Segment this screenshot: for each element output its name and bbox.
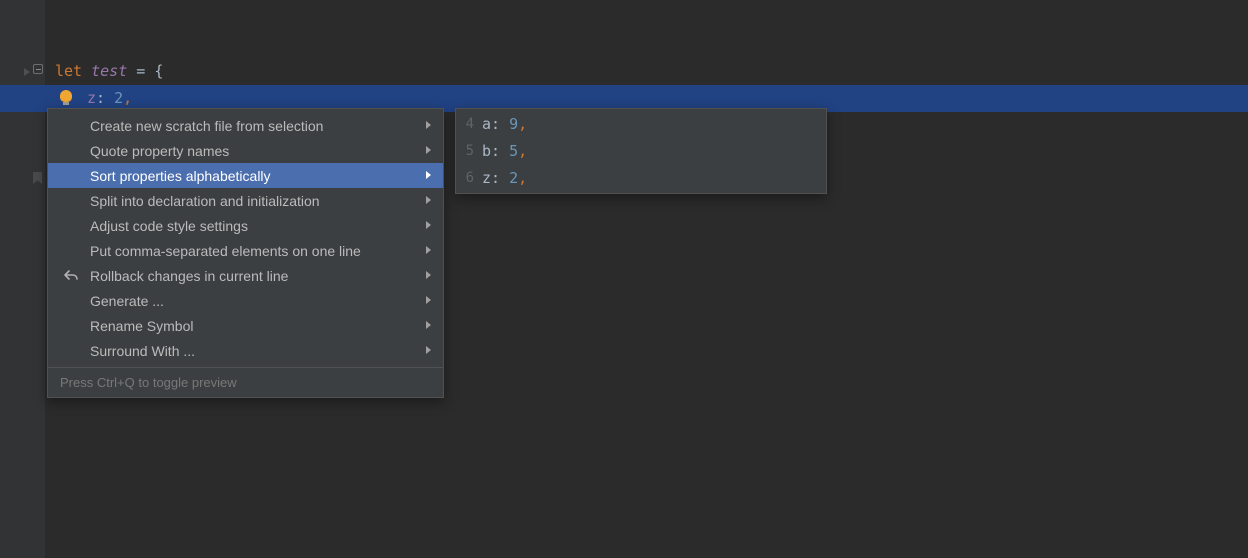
intention-preview-panel: 4 a: 9, 5 b: 5, 6 z: 2, — [455, 108, 827, 194]
comma-token: , — [123, 89, 132, 107]
intention-actions-menu: Create new scratch file from selection Q… — [47, 108, 444, 398]
code-text: let test = { — [45, 58, 163, 85]
menu-item-adjust-style[interactable]: Adjust code style settings — [48, 213, 443, 238]
menu-item-label: Surround With ... — [90, 343, 195, 359]
menu-item-label: Adjust code style settings — [90, 218, 248, 234]
preview-line-number: 4 — [456, 111, 478, 138]
preview-line: 5 b: 5, — [456, 138, 826, 165]
chevron-right-icon — [426, 121, 431, 129]
chevron-right-icon — [426, 246, 431, 254]
preview-code: a: 9, — [478, 111, 527, 138]
preview-line-number: 5 — [456, 138, 478, 165]
preview-line: 6 z: 2, — [456, 165, 826, 192]
run-gutter-icon[interactable] — [24, 68, 30, 76]
menu-item-surround[interactable]: Surround With ... — [48, 338, 443, 363]
chevron-right-icon — [426, 171, 431, 179]
menu-footer-hint: Press Ctrl+Q to toggle preview — [48, 367, 443, 397]
menu-item-label: Generate ... — [90, 293, 164, 309]
intention-bulb-icon[interactable] — [59, 90, 73, 106]
gutter-cell — [0, 58, 45, 85]
property-token: z — [87, 89, 96, 107]
menu-item-generate[interactable]: Generate ... — [48, 288, 443, 313]
menu-item-label: Rollback changes in current line — [90, 268, 288, 284]
menu-item-label: Rename Symbol — [90, 318, 194, 334]
code-line[interactable]: let test = { — [0, 58, 1248, 85]
chevron-right-icon — [426, 346, 431, 354]
menu-item-label: Sort properties alphabetically — [90, 168, 271, 184]
chevron-right-icon — [426, 196, 431, 204]
menu-footer-text: Press Ctrl+Q to toggle preview — [60, 375, 237, 390]
chevron-right-icon — [426, 271, 431, 279]
menu-item-label: Quote property names — [90, 143, 229, 159]
menu-item-label: Put comma-separated elements on one line — [90, 243, 361, 259]
gutter-cell — [0, 85, 45, 112]
menu-item-comma-one-line[interactable]: Put comma-separated elements on one line — [48, 238, 443, 263]
preview-line-number: 6 — [456, 165, 478, 192]
menu-item-quote-props[interactable]: Quote property names — [48, 138, 443, 163]
menu-item-rollback[interactable]: Rollback changes in current line — [48, 263, 443, 288]
menu-item-sort-alpha[interactable]: Sort properties alphabetically — [48, 163, 443, 188]
chevron-right-icon — [426, 221, 431, 229]
code-token: = { — [127, 62, 163, 80]
menu-item-rename[interactable]: Rename Symbol — [48, 313, 443, 338]
preview-code: z: 2, — [478, 165, 527, 192]
fold-end-icon[interactable] — [33, 172, 42, 184]
fold-start-icon[interactable] — [33, 64, 43, 74]
preview-line: 4 a: 9, — [456, 111, 826, 138]
number-token: 2 — [114, 89, 123, 107]
menu-item-label: Split into declaration and initializatio… — [90, 193, 320, 209]
chevron-right-icon — [426, 146, 431, 154]
keyword-token: let — [55, 62, 82, 80]
identifier-token: test — [91, 62, 127, 80]
menu-item-split-decl[interactable]: Split into declaration and initializatio… — [48, 188, 443, 213]
undo-icon — [63, 268, 79, 284]
menu-item-label: Create new scratch file from selection — [90, 118, 323, 134]
chevron-right-icon — [426, 296, 431, 304]
gutter-cell — [0, 166, 45, 193]
colon-token: : — [96, 89, 105, 107]
menu-item-create-scratch[interactable]: Create new scratch file from selection — [48, 113, 443, 138]
chevron-right-icon — [426, 321, 431, 329]
preview-code: b: 5, — [478, 138, 527, 165]
